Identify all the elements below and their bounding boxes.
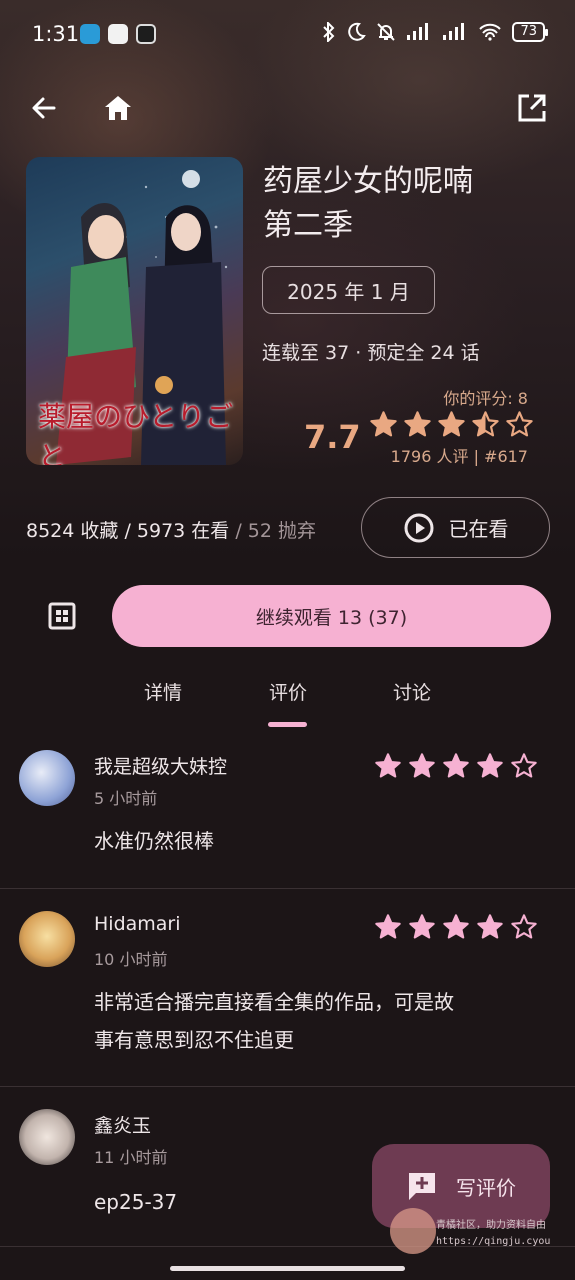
status-bar: 1:31 73 — [0, 0, 575, 70]
watermark-text: 青橘社区，助力资料自由 — [436, 1220, 546, 1231]
episode-grid-button[interactable] — [42, 596, 82, 636]
open-in-new-icon — [518, 94, 546, 122]
watching-count: 5973 在看 — [136, 520, 230, 542]
reviewer-name[interactable]: 鑫炎玉 — [94, 1111, 151, 1138]
avatar[interactable] — [19, 1109, 75, 1165]
open-external-button[interactable] — [512, 88, 552, 128]
play-circle-icon — [404, 513, 433, 542]
app-notification-icon — [108, 24, 128, 44]
wifi-icon — [479, 23, 502, 41]
bell-muted-icon — [377, 23, 396, 41]
star-filled-icon — [370, 411, 397, 437]
collection-stats: 8524 收藏 / 5973 在看 / 52 抛弃 — [26, 516, 316, 543]
continue-watching-button[interactable]: 继续观看 13 (37) — [112, 585, 551, 647]
tab-discussion[interactable]: 讨论 — [372, 678, 452, 705]
watching-status-button[interactable]: 已在看 — [361, 497, 550, 558]
bluetooth-icon — [323, 22, 335, 42]
anime-title: 药屋少女的呢喃 第二季 — [263, 160, 553, 248]
star-empty-icon — [511, 753, 537, 778]
review-item[interactable]: Hidamari 10 小时前 非常适合播完直接看全集的作品，可是故 事有意思到… — [0, 889, 575, 1087]
review-text-line: 非常适合播完直接看全集的作品，可是故 — [94, 990, 454, 1014]
star-filled-icon — [438, 411, 465, 437]
tab-reviews[interactable]: 评价 — [248, 678, 328, 705]
telegram-icon — [80, 24, 100, 44]
avatar[interactable] — [19, 911, 75, 967]
star-filled-icon — [404, 411, 431, 437]
star-half-icon — [472, 411, 499, 437]
dropped-count: 52 抛弃 — [247, 520, 316, 542]
review-item[interactable]: 我是超级大妹控 5 小时前 水准仍然很棒 — [0, 730, 575, 889]
watermark-url: https://qingju.cyou — [436, 1236, 551, 1247]
write-review-label: 写评价 — [456, 1175, 516, 1200]
signal-icon-2 — [443, 23, 465, 40]
status-time: 1:31 — [32, 22, 80, 46]
star-filled-icon — [443, 914, 469, 939]
star-filled-icon — [375, 914, 401, 939]
back-button[interactable] — [24, 88, 64, 128]
stats-separator: / — [118, 520, 137, 542]
watching-status-label: 已在看 — [448, 517, 509, 541]
tab-bar: 详情 评价 讨论 — [0, 670, 575, 730]
score-stars — [369, 410, 534, 439]
episode-info: 连载至 37 · 预定全 24 话 — [262, 342, 480, 364]
home-indicator[interactable] — [170, 1266, 405, 1271]
review-time: 10 小时前 — [94, 950, 168, 969]
anime-poster[interactable]: 薬屋のひとりごと — [26, 157, 243, 465]
review-time: 5 小时前 — [94, 789, 158, 808]
home-button[interactable] — [98, 88, 138, 128]
watermark: 青橘社区，助力资料自由 https://qingju.cyou — [390, 1204, 570, 1264]
arrow-left-icon — [32, 97, 56, 119]
anime-title-line1: 药屋少女的呢喃 — [263, 164, 473, 199]
review-time: 11 小时前 — [94, 1148, 168, 1167]
anime-title-line2: 第二季 — [263, 208, 353, 243]
star-filled-icon — [477, 753, 503, 778]
star-filled-icon — [409, 753, 435, 778]
score-meta: 1796 人评 | #617 — [390, 447, 528, 466]
review-text-line: 事有意思到忍不住追更 — [94, 1028, 294, 1052]
add-comment-icon — [409, 1173, 435, 1200]
home-icon — [105, 96, 131, 120]
battery-indicator: 73 — [512, 22, 548, 42]
review-stars — [374, 752, 538, 780]
review-text: 水准仍然很棒 — [94, 822, 544, 860]
active-tab-indicator — [268, 722, 307, 727]
reviewer-name[interactable]: 我是超级大妹控 — [94, 752, 227, 779]
signal-icon — [407, 23, 429, 40]
watermark-logo — [390, 1208, 436, 1254]
review-stars — [374, 913, 538, 941]
avatar[interactable] — [19, 750, 75, 806]
star-filled-icon — [375, 753, 401, 778]
star-empty-icon — [511, 914, 537, 939]
reviewer-name[interactable]: Hidamari — [94, 913, 181, 935]
my-score-label: 你的评分: 8 — [443, 389, 528, 408]
air-date-chip[interactable]: 2025 年 1 月 — [262, 266, 435, 314]
status-icons: 73 — [322, 22, 548, 42]
top-navigation — [0, 88, 575, 128]
star-filled-icon — [477, 914, 503, 939]
average-score: 7.7 — [304, 418, 361, 456]
poster-logo-text: 薬屋のひとりごと — [38, 400, 234, 465]
app-notification-icon-2 — [136, 24, 156, 44]
review-text: 非常适合播完直接看全集的作品，可是故 事有意思到忍不住追更 — [94, 983, 544, 1059]
tab-details[interactable]: 详情 — [123, 678, 203, 705]
star-empty-icon — [506, 411, 533, 437]
review-text-line: 水准仍然很棒 — [94, 829, 214, 853]
stats-separator: / — [229, 520, 248, 542]
collected-count: 8524 收藏 — [26, 520, 119, 542]
dnd-moon-icon — [348, 22, 367, 41]
star-filled-icon — [409, 914, 435, 939]
star-filled-icon — [443, 753, 469, 778]
grid-icon — [48, 602, 76, 630]
